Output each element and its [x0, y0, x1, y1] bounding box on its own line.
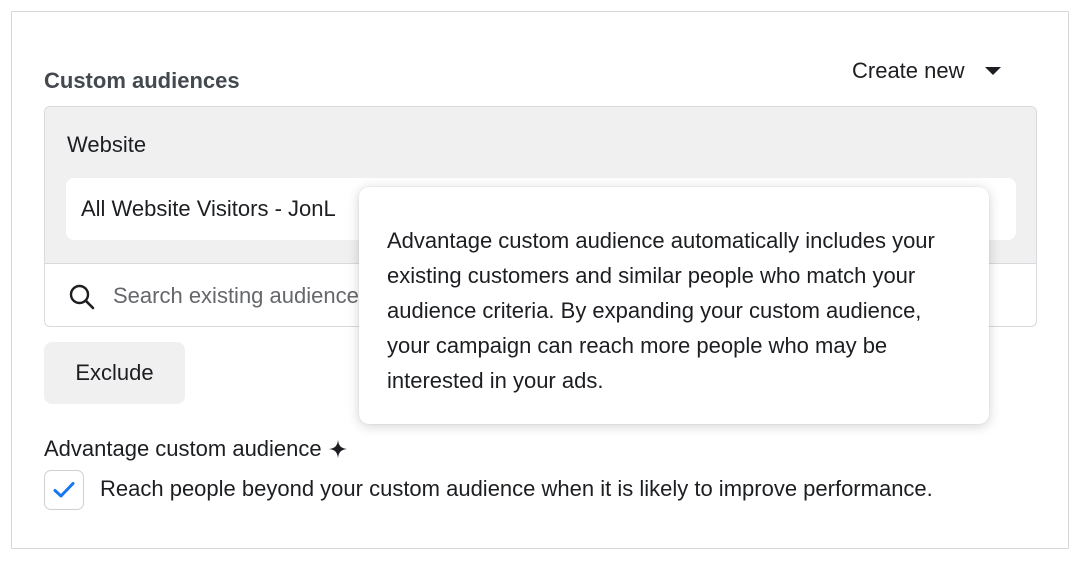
advantage-checkbox-label: Reach people beyond your custom audience… [100, 476, 933, 501]
selected-audience-name: All Website Visitors - JonL [81, 196, 336, 221]
search-icon [69, 284, 95, 310]
exclude-button[interactable]: Exclude [44, 342, 185, 404]
advantage-title: Advantage custom audience [44, 436, 348, 462]
tooltip-text: Advantage custom audience automatically … [387, 228, 935, 393]
advantage-checkbox[interactable] [44, 470, 84, 510]
advantage-tooltip: Advantage custom audience automatically … [359, 187, 989, 424]
audience-group-label: Website [67, 132, 147, 157]
caret-down-icon [984, 67, 1001, 75]
create-new-dropdown[interactable]: Create new [852, 56, 1001, 86]
sparkle-icon [328, 440, 347, 458]
advantage-title-text: Advantage custom audience [44, 436, 322, 461]
checkmark-icon [53, 482, 75, 498]
create-new-label: Create new [852, 58, 965, 83]
section-title: Custom audiences [44, 68, 240, 93]
